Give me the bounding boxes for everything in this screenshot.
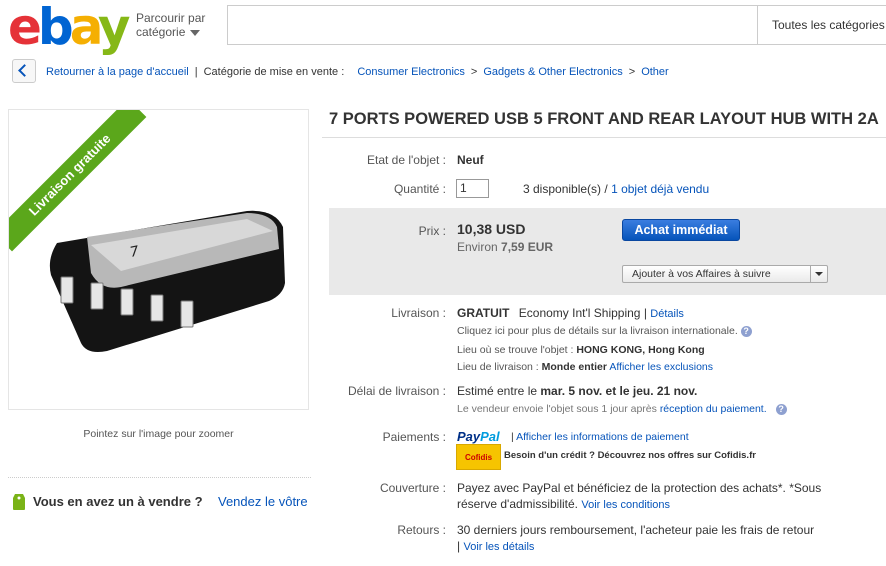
item-location-label: Lieu où se trouve l'objet : bbox=[457, 344, 574, 356]
buy-it-now-button[interactable]: Achat immédiat bbox=[622, 219, 740, 241]
shipping-details-link[interactable]: Détails bbox=[650, 308, 684, 320]
item-title: 7 PORTS POWERED USB 5 FRONT AND REAR LAY… bbox=[329, 110, 879, 128]
intl-shipping-note-row: Cliquez ici pour plus de détails sur la … bbox=[457, 325, 752, 337]
approx-eur-value: 7,59 EUR bbox=[501, 240, 554, 254]
shipping-service: Economy Int'l Shipping bbox=[518, 306, 641, 320]
breadcrumb: Retourner à la page d'accueil | Catégorie … bbox=[46, 66, 669, 79]
divider bbox=[8, 477, 311, 478]
shipping-label: Livraison : bbox=[391, 306, 446, 320]
breadcrumb-divider: | bbox=[194, 66, 198, 78]
chevron-down-icon bbox=[815, 272, 823, 276]
help-icon[interactable]: ? bbox=[775, 403, 787, 415]
paypal-logo-pay: Pay bbox=[457, 429, 481, 444]
chevron-down-icon bbox=[190, 29, 201, 36]
available-count: 3 disponible(s) bbox=[523, 182, 602, 196]
delivery-label: Délai de livraison : bbox=[347, 384, 446, 398]
back-to-home-link[interactable]: Retourner à la page d'accueil bbox=[46, 66, 189, 78]
usb-hub-image: 7 bbox=[49, 210, 285, 352]
quantity-input[interactable]: 1 bbox=[456, 179, 489, 198]
browse-label-line2: catégorie bbox=[136, 25, 186, 39]
breadcrumb-item-gadgets[interactable]: Gadgets & Other Electronics bbox=[483, 66, 622, 78]
add-to-watchlist-button[interactable]: Ajouter à vos Affaires à suivre bbox=[622, 265, 828, 283]
dispatch-note: Le vendeur envoie l'objet sous 1 jour ap… bbox=[457, 403, 657, 415]
payment-received-link[interactable]: réception du paiement. bbox=[660, 403, 767, 415]
breadcrumb-item-other[interactable]: Other bbox=[641, 66, 669, 78]
credit-offer[interactable]: Besoin d'un crédit ? Découvrez nos offre… bbox=[504, 450, 756, 461]
intl-shipping-note[interactable]: Cliquez ici pour plus de détails sur la … bbox=[457, 325, 738, 337]
show-exclusions-link[interactable]: Afficher les exclusions bbox=[609, 361, 713, 373]
price-label: Prix : bbox=[418, 224, 446, 238]
ships-to-value: Monde entier bbox=[541, 361, 607, 373]
shipping-free: GRATUIT bbox=[457, 306, 510, 320]
sell-yours-link[interactable]: Vendez le vôtre bbox=[218, 494, 308, 509]
paypal-logo-pal: Pal bbox=[480, 429, 500, 444]
returns-label: Retours : bbox=[397, 523, 446, 537]
breadcrumb-separator: > bbox=[470, 66, 478, 78]
logo-letter-y: y bbox=[97, 0, 131, 56]
ebay-logo[interactable]: ebay bbox=[8, 2, 130, 52]
sold-separator: / bbox=[604, 182, 608, 196]
payments-label: Paiements : bbox=[382, 430, 446, 444]
logo-letter-e: e bbox=[8, 0, 42, 56]
sold-count-link[interactable]: 1 objet déjà vendu bbox=[611, 182, 709, 196]
coverage-label: Couverture : bbox=[379, 481, 446, 495]
zoom-hint: Pointez sur l'image pour zoomer bbox=[83, 428, 234, 440]
title-divider bbox=[322, 137, 886, 138]
item-location-value: HONG KONG, Hong Kong bbox=[576, 344, 705, 356]
condition-label: Etat de l'objet : bbox=[366, 153, 446, 167]
breadcrumb-separator: > bbox=[628, 66, 636, 78]
search-category-select[interactable]: Toutes les catégories bbox=[757, 6, 886, 44]
quantity-label: Quantité : bbox=[393, 182, 446, 196]
coverage-conditions-link[interactable]: Voir les conditions bbox=[581, 499, 670, 511]
coverage-line2: réserve d'admissibilité. bbox=[457, 497, 579, 511]
ships-to-label: Lieu de livraison : bbox=[457, 361, 539, 373]
browse-label-line1: Parcourir par bbox=[136, 11, 206, 25]
breadcrumb-item-consumer-electronics[interactable]: Consumer Electronics bbox=[357, 66, 465, 78]
product-image-panel[interactable]: Livraison gratuite 7 bbox=[8, 109, 309, 410]
approx-prefix: Environ bbox=[457, 240, 498, 254]
delivery-prefix: Estimé entre le bbox=[457, 384, 538, 398]
sell-question: Vous en avez un à vendre ? bbox=[33, 494, 203, 509]
logo-letter-b: b bbox=[37, 0, 74, 56]
breadcrumb-category-label: Catégorie de mise en vente : bbox=[203, 66, 345, 78]
paypal-logo: PayPal bbox=[457, 429, 500, 444]
price-value: 10,38 USD bbox=[457, 221, 526, 237]
browse-by-category[interactable]: Parcourir par catégorie bbox=[136, 11, 205, 39]
payment-info-link[interactable]: Afficher les informations de paiement bbox=[516, 431, 689, 443]
coverage-line1: Payez avec PayPal et bénéficiez de la pr… bbox=[457, 481, 822, 495]
chevron-left-icon bbox=[18, 64, 31, 77]
logo-letter-a: a bbox=[69, 0, 102, 56]
condition-value: Neuf bbox=[457, 153, 484, 167]
watchlist-label: Ajouter à vos Affaires à suivre bbox=[632, 268, 771, 280]
returns-text: 30 derniers jours remboursement, l'achet… bbox=[457, 523, 815, 537]
availability: 3 disponible(s) / 1 objet déjà vendu bbox=[523, 182, 709, 196]
delivery-range: mar. 5 nov. et le jeu. 21 nov. bbox=[540, 384, 698, 398]
cofidis-logo[interactable]: Cofidis bbox=[456, 444, 501, 470]
price-tag-icon bbox=[13, 494, 25, 510]
returns-details-link[interactable]: Voir les détails bbox=[463, 541, 534, 553]
back-button[interactable] bbox=[12, 59, 36, 83]
shipping-pipe: | bbox=[643, 306, 647, 320]
watchlist-dropdown[interactable] bbox=[810, 266, 827, 282]
help-icon[interactable]: ? bbox=[740, 325, 752, 337]
